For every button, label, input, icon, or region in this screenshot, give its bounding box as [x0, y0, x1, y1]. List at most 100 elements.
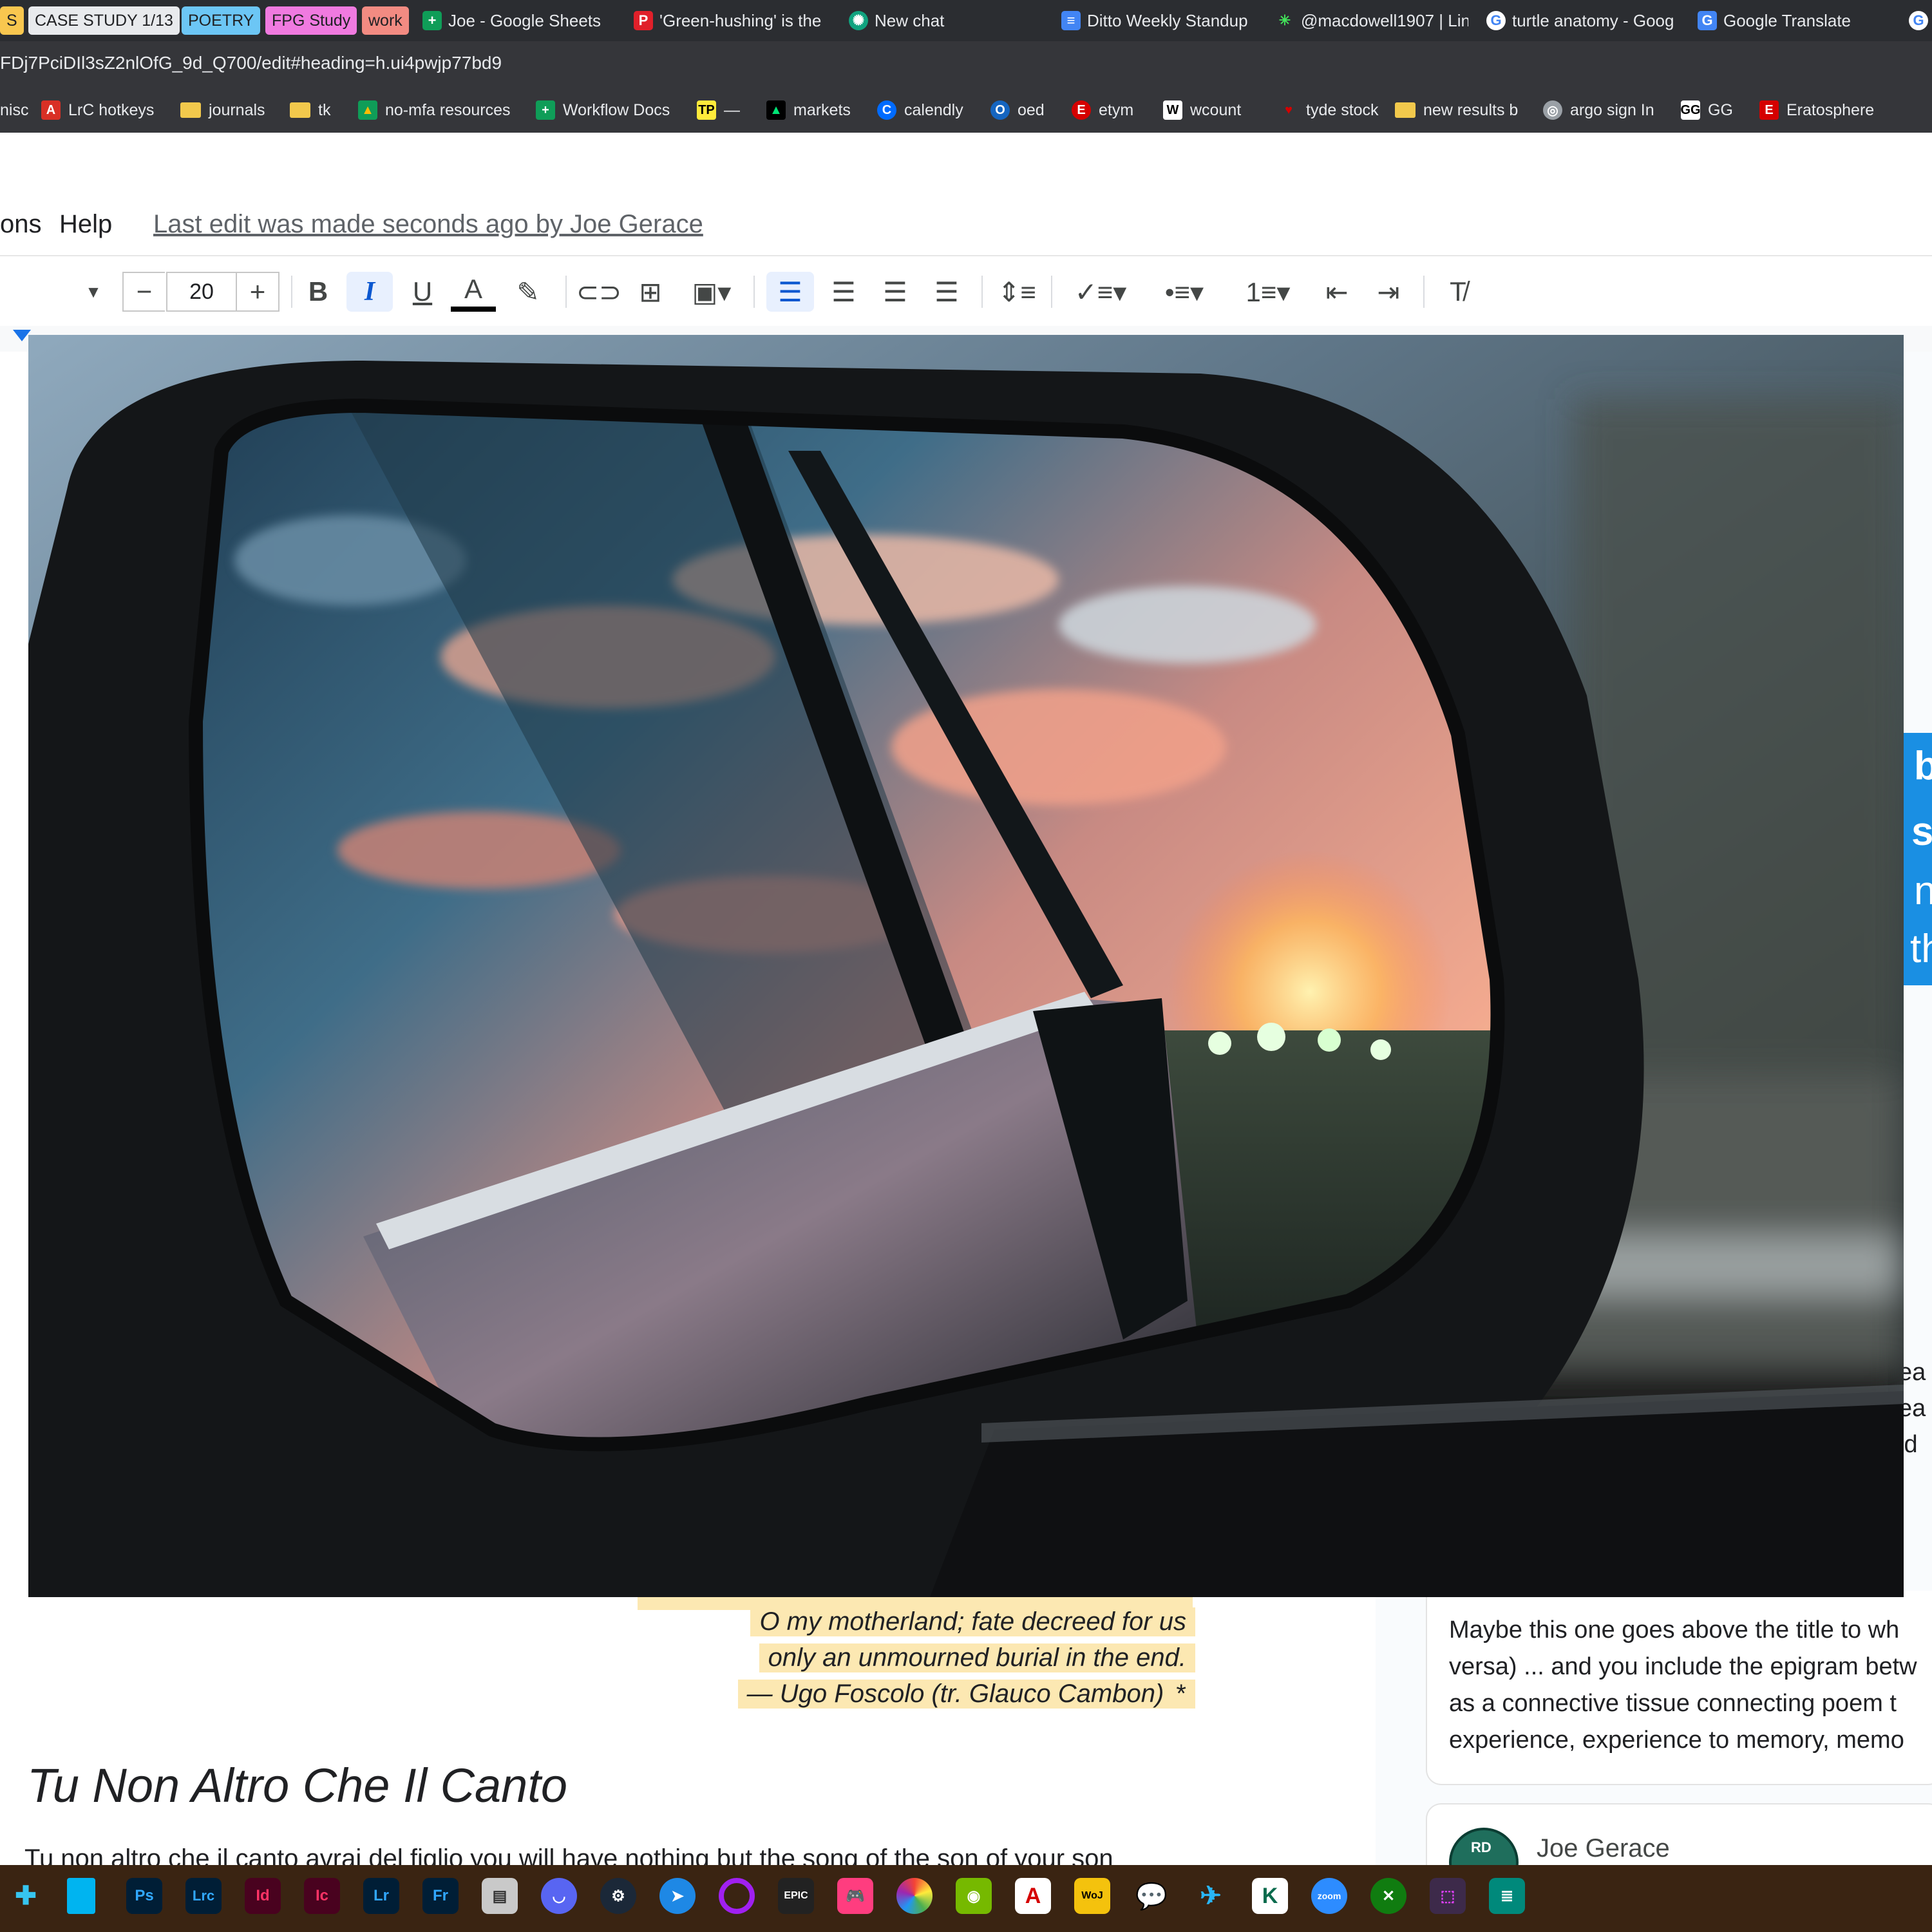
tab-group-s[interactable]: S [0, 6, 24, 35]
underline-button[interactable]: U [406, 272, 439, 312]
insert-image-button[interactable]: ▣▾ [683, 272, 741, 312]
tool-icon[interactable]: ⬚ [1430, 1878, 1466, 1914]
chat-icon[interactable]: 💬 [1133, 1878, 1170, 1914]
tab-new-chat[interactable]: ✺ New chat [849, 4, 1036, 37]
bookmark-calendly[interactable]: Ccalendly [877, 97, 963, 124]
bookmark-dash[interactable]: TP — [697, 97, 740, 124]
tab-google-translate[interactable]: G Google Translate [1698, 4, 1891, 37]
bulleted-list-button[interactable]: •≡▾ [1149, 272, 1220, 312]
tab-google-sheets[interactable]: + Joe - Google Sheets [422, 4, 616, 37]
italic-button[interactable]: I [346, 272, 393, 312]
tab-turtle-anatomy[interactable]: G turtle anatomy - Goog [1486, 4, 1680, 37]
adobe-acrobat-icon[interactable]: A [1015, 1878, 1051, 1914]
bookmark-new-results[interactable]: new results b [1395, 97, 1518, 124]
address-bar[interactable]: FDj7PciDIl3sZ2nlOfG_9d_Q700/edit#heading… [0, 41, 1932, 88]
decrease-font-size-button[interactable]: − [122, 272, 165, 312]
add-comment-button[interactable]: ⊞ [631, 272, 670, 312]
font-size-input[interactable]: 20 [166, 272, 237, 312]
app-icon[interactable]: ➤ [659, 1878, 696, 1914]
checklist-button[interactable]: ✓≡▾ [1065, 272, 1136, 312]
increase-indent-button[interactable]: ⇥ [1369, 272, 1408, 312]
k-app-label: K [1262, 1883, 1278, 1908]
decrease-indent-button[interactable]: ⇤ [1318, 272, 1356, 312]
line-spacing-button[interactable]: ⇕≡ [994, 272, 1039, 312]
insert-link-button[interactable]: ⊂⊃ [576, 272, 621, 312]
align-center-button[interactable]: ☰ [824, 272, 863, 312]
bookmark-argo-sign-in[interactable]: ◎ argo sign In [1543, 97, 1654, 124]
numbered-list-button[interactable]: 1≡▾ [1233, 272, 1303, 312]
tab-group-fpg-study[interactable]: FPG Study [265, 6, 357, 35]
bold-button[interactable]: B [301, 272, 335, 312]
lightroom-classic-icon[interactable]: Lrc [185, 1878, 222, 1914]
lightroom-icon[interactable]: Lr [363, 1878, 399, 1914]
bookmark-wcount[interactable]: Wwcount [1163, 97, 1241, 124]
bookmark-eratosphere[interactable]: E Eratosphere [1759, 97, 1874, 124]
fresco-icon[interactable]: Fr [422, 1878, 459, 1914]
bookmark-workflow-docs[interactable]: + Workflow Docs [536, 97, 670, 124]
url-text[interactable]: FDj7PciDIl3sZ2nlOfG_9d_Q700/edit#heading… [0, 53, 502, 73]
clear-format-icon: T̸ [1450, 276, 1466, 307]
epic-games-icon[interactable]: EPIC [778, 1878, 814, 1914]
steam-icon[interactable]: ⚙ [600, 1878, 636, 1914]
color-icon[interactable] [896, 1878, 933, 1914]
bookmark-no-mfa[interactable]: ▲ no-mfa resources [358, 97, 511, 124]
google-icon: G [1909, 11, 1928, 30]
epigraph-attribution[interactable]: — Ugo Foscolo (tr. Glauco Cambon) * [737, 1680, 1195, 1709]
bookmark-oed[interactable]: Ooed [990, 97, 1045, 124]
tab-group-work[interactable]: work [362, 6, 409, 35]
bookmark-tyde-stock[interactable]: ♥ tyde stock [1279, 97, 1379, 124]
k-app-icon[interactable]: K [1252, 1878, 1288, 1914]
game-icon[interactable]: 🎮 [837, 1878, 873, 1914]
notes-icon[interactable]: ≣ [1489, 1878, 1525, 1914]
folder-icon [1395, 102, 1416, 118]
epigraph-line[interactable]: only an unmourned burial in the end. [759, 1643, 1195, 1672]
last-edit-link[interactable]: Last edit was made seconds ago by Joe Ge… [153, 210, 703, 239]
eratosphere-icon: E [1759, 100, 1779, 120]
bookmark-journals[interactable]: journals [180, 97, 265, 124]
comment-text-line: experience, experience to memory, memo [1449, 1727, 1904, 1754]
clear-formatting-button[interactable]: T̸ [1439, 272, 1477, 312]
xbox-icon[interactable]: ✕ [1370, 1878, 1406, 1914]
font-dropdown-arrow[interactable]: ▼ [77, 272, 109, 312]
explorer-icon[interactable]: ▤ [482, 1878, 518, 1914]
bookmark-etym[interactable]: Eetym [1072, 97, 1133, 124]
tab-macdowell[interactable]: ✳ @macdowell1907 | Lin [1275, 4, 1468, 37]
menu-help[interactable]: Help [59, 210, 112, 239]
bookmark-markets[interactable]: ▲ markets [766, 97, 851, 124]
epigraph-line[interactable]: O my motherland; fate decreed for us [750, 1607, 1195, 1636]
bookmark-lrc-hotkeys[interactable]: A LrC hotkeys [41, 97, 154, 124]
words-icon[interactable]: WoJ [1074, 1878, 1110, 1914]
photoshop-icon[interactable]: Ps [126, 1878, 162, 1914]
text-color-button[interactable]: A [451, 272, 496, 312]
discord-icon[interactable]: ◡ [541, 1878, 577, 1914]
comment-blue-card[interactable]: b se n th [1901, 733, 1932, 985]
tab-group-label: work [368, 11, 402, 30]
bird-icon[interactable]: ✈ [1193, 1878, 1229, 1914]
align-right-button[interactable]: ☰ [876, 272, 914, 312]
slack-icon[interactable]: ✚ [8, 1878, 44, 1914]
files-icon[interactable] [67, 1878, 95, 1914]
tab-green-hushing[interactable]: P 'Green-hushing' is the [634, 4, 833, 37]
bookmark-tk[interactable]: tk [290, 97, 330, 124]
incopy-icon[interactable]: Ic [304, 1878, 340, 1914]
align-left-button[interactable]: ☰ [766, 272, 814, 312]
bookmark-misc[interactable]: nisc [0, 97, 28, 124]
nvidia-icon[interactable]: ◉ [956, 1878, 992, 1914]
menu-extensions[interactable]: ons [0, 210, 42, 239]
justify-button[interactable]: ☰ [927, 272, 966, 312]
highlight-color-button[interactable]: ✎ [509, 272, 547, 312]
tab-google[interactable]: G [1909, 4, 1932, 37]
bookmark-gg[interactable]: GG GG [1680, 97, 1733, 124]
outdent-icon: ⇤ [1325, 276, 1349, 307]
side-mirror-photo[interactable] [28, 335, 1904, 1597]
tab-group-case-study[interactable]: CASE STUDY 1/13 [28, 6, 180, 35]
tab-ditto-standup[interactable]: ≡ Ditto Weekly Standup [1061, 4, 1255, 37]
w-icon: W [1163, 100, 1182, 120]
poem-title[interactable]: Tu Non Altro Che Il Canto [27, 1758, 567, 1813]
zoom-icon[interactable]: zoom [1311, 1878, 1347, 1914]
circle-icon[interactable] [719, 1878, 755, 1914]
tab-group-poetry[interactable]: POETRY [182, 6, 261, 35]
increase-font-size-button[interactable]: + [237, 272, 279, 312]
indesign-icon[interactable]: Id [245, 1878, 281, 1914]
comment-icon: ⊞ [639, 276, 662, 307]
